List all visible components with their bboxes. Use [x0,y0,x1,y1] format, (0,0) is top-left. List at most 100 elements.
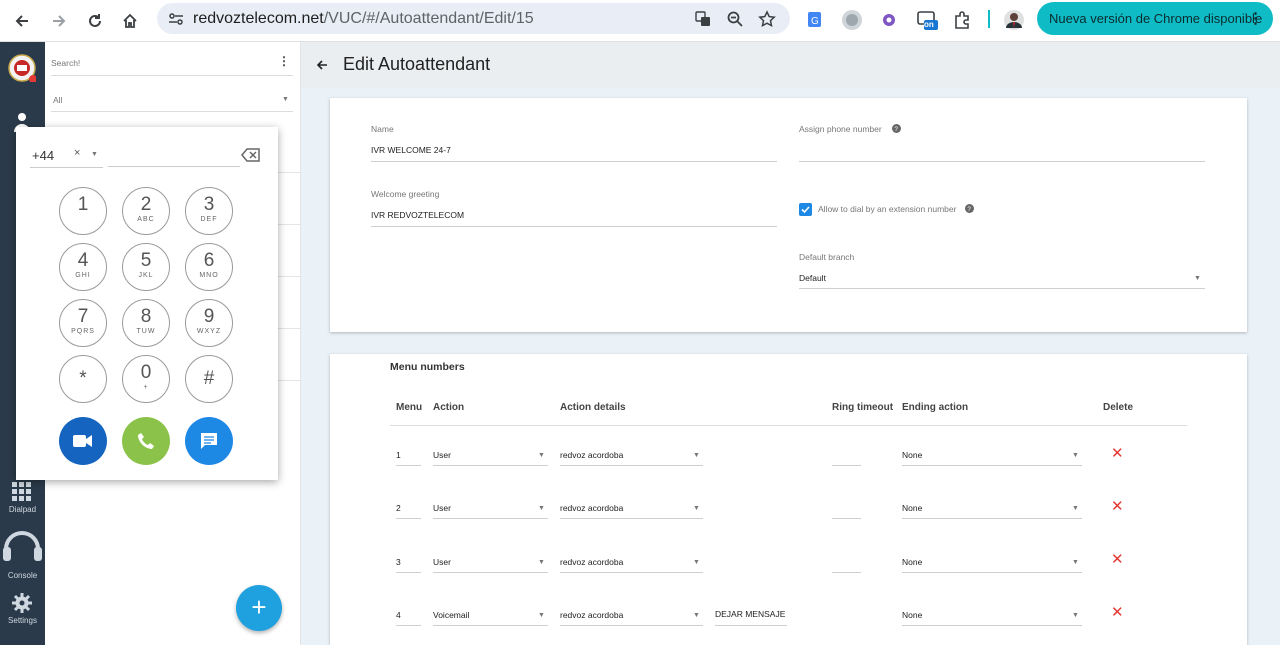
key-2[interactable]: 2 ABC [122,187,170,235]
default-branch-select[interactable]: Default [799,273,826,283]
dropdown-caret-icon[interactable]: ▼ [538,612,545,619]
elephant-extension-icon[interactable] [840,8,864,32]
key-9[interactable]: 9 WXYZ [185,299,233,347]
chrome-update-button[interactable]: Nueva versión de Chrome disponible ⋮ [1037,2,1273,35]
action-details-select[interactable]: redvoz acordoba [560,450,623,460]
field-underline [902,625,1082,626]
cast-extension-icon[interactable]: on [915,8,939,32]
dropdown-caret-icon[interactable]: ▼ [1072,559,1079,566]
message-button[interactable] [185,417,233,465]
delete-row-icon[interactable]: ✕ [1111,446,1124,461]
action-details-select[interactable]: redvoz acordoba [560,610,623,620]
key-8[interactable]: 8 TUW [122,299,170,347]
field-underline [560,572,703,573]
update-label: Nueva versión de Chrome disponible [1049,11,1263,26]
field-underline [560,625,703,626]
settings-gear-icon[interactable] [12,593,32,613]
dropdown-caret-icon[interactable]: ▼ [538,559,545,566]
home-icon[interactable] [116,7,144,35]
gear-extension-icon[interactable] [877,8,901,32]
url-text[interactable]: redvoztelecom.net/VUC/#/Autoattendant/Ed… [193,10,534,28]
key-6[interactable]: 6 MNO [185,243,233,291]
phone-number-input[interactable] [108,147,240,167]
menu-number-input[interactable]: 1 [396,450,401,460]
video-call-button[interactable] [59,417,107,465]
action-details-select[interactable]: redvoz acordoba [560,557,623,567]
rail-label-dialpad[interactable]: Dialpad [0,505,45,514]
ending-action-select[interactable]: None [902,450,922,460]
key-letters: + [143,384,149,391]
dialpad-grid-icon[interactable] [12,482,32,502]
back-arrow-icon[interactable] [315,58,329,72]
bookmark-star-icon[interactable] [757,9,777,29]
greeting-input[interactable]: IVR REDVOZTELECOM [371,210,464,220]
ending-action-select[interactable]: None [902,557,922,567]
dropdown-caret-icon[interactable]: ▼ [538,505,545,512]
dropdown-caret-icon[interactable]: ▼ [538,452,545,459]
key-star[interactable]: * [59,355,107,403]
dropdown-caret-icon[interactable]: ▼ [693,505,700,512]
key-hash[interactable]: # [185,355,233,403]
more-vert-icon[interactable]: ⋮ [1248,2,1263,35]
dropdown-caret-icon[interactable]: ▼ [1072,452,1079,459]
key-3[interactable]: 3 DEF [185,187,233,235]
action-details-select[interactable]: redvoz acordoba [560,503,623,513]
puzzle-extensions-icon[interactable] [950,8,974,32]
delete-row-icon[interactable]: ✕ [1111,499,1124,514]
country-caret-icon[interactable]: ▼ [91,151,98,158]
voicemail-message-input[interactable]: DEJAR MENSAJE [715,609,785,619]
allow-dial-checkbox[interactable] [799,203,812,216]
dropdown-caret-icon[interactable]: ▼ [693,452,700,459]
dropdown-caret-icon[interactable]: ▼ [693,612,700,619]
dropdown-caret-icon[interactable]: ▼ [1072,612,1079,619]
key-digit: 1 [77,194,89,215]
name-input[interactable]: IVR WELCOME 24-7 [371,145,451,155]
menu-number-input[interactable]: 4 [396,610,401,620]
translate-icon[interactable] [693,9,713,29]
dropdown-caret-icon[interactable]: ▼ [1072,505,1079,512]
ending-action-select[interactable]: None [902,503,922,513]
forward-arrow-icon[interactable] [45,7,73,35]
action-select[interactable]: User [433,503,451,513]
headset-icon[interactable] [1,525,44,569]
backspace-icon[interactable] [241,148,261,162]
ending-action-select[interactable]: None [902,610,922,620]
profile-avatar[interactable] [1002,8,1026,32]
zoom-icon[interactable] [725,9,745,29]
field-underline [433,572,548,573]
key-1[interactable]: 1 [59,187,107,235]
list-divider [277,172,300,173]
dropdown-caret-icon[interactable]: ▼ [1194,275,1201,282]
address-bar[interactable]: redvoztelecom.net/VUC/#/Autoattendant/Ed… [157,3,790,34]
country-code[interactable]: +44 [32,148,54,163]
key-0[interactable]: 0 + [122,355,170,403]
action-select[interactable]: User [433,557,451,567]
dropdown-caret-icon[interactable]: ▼ [693,559,700,566]
help-icon[interactable]: ? [892,124,901,133]
add-fab-button[interactable]: + [236,585,282,631]
delete-row-icon[interactable]: ✕ [1111,552,1124,567]
key-4[interactable]: 4 GHI [59,243,107,291]
action-select[interactable]: User [433,450,451,460]
key-7[interactable]: 7 PQRS [59,299,107,347]
key-5[interactable]: 5 JKL [122,243,170,291]
filter-caret-icon[interactable]: ▼ [282,96,289,103]
site-settings-icon[interactable] [167,10,185,28]
sidebar-search-input[interactable] [51,55,271,71]
main-content: Edit Autoattendant Name IVR WELCOME 24-7… [301,42,1280,645]
help-icon[interactable]: ? [965,204,974,213]
menu-number-input[interactable]: 2 [396,503,401,513]
voice-call-button[interactable] [122,417,170,465]
translate-extension-icon[interactable]: G [804,8,828,32]
reload-icon[interactable] [81,7,109,35]
delete-row-icon[interactable]: ✕ [1111,605,1124,620]
rail-label-settings[interactable]: Settings [0,616,45,625]
sidebar-filter-select[interactable]: All [53,95,62,105]
menu-number-input[interactable]: 3 [396,557,401,567]
rail-label-console[interactable]: Console [0,571,45,580]
action-select[interactable]: Voicemail [433,610,469,620]
clear-code-icon[interactable]: × [74,147,80,159]
back-arrow-icon[interactable] [8,7,36,35]
sidebar-menu-icon[interactable]: ⋮ [278,54,290,68]
chat-bubble-icon [201,433,217,449]
